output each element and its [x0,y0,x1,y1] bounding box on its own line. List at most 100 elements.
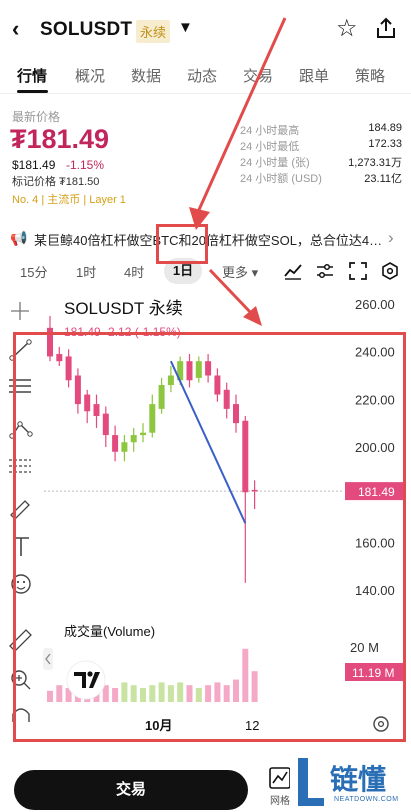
top-bar: ‹ SOLUSDT 永续 ▼ ☆ [0,0,411,56]
x-label-12: 12 [245,718,259,733]
stat-label: 24 小时最低 [240,141,300,153]
magnet-icon[interactable] [12,708,30,722]
candle-body [223,389,230,409]
y-tick-label: 140.00 [355,583,395,598]
chevron-right-icon[interactable]: › [388,228,394,248]
tab-trade[interactable]: 交易 [243,65,273,86]
hexagon-settings-icon[interactable] [381,262,399,280]
volume-tag: 11.19 M [352,666,394,680]
tab-strategy[interactable]: 策略 [355,65,385,86]
emoji-icon[interactable] [11,574,31,594]
interval-1d[interactable]: 1日 [164,258,202,284]
latest-price-label: 最新价格 [12,110,61,124]
stat-value: 184.89 [368,122,402,134]
news-text[interactable]: 某巨鲸40倍杠杆做空BTC和20倍杠杆做空SOL，总合位达4… [34,230,382,249]
coin-tags[interactable]: No. 4 | 主流币 | Layer 1 [12,191,126,207]
symbol-title[interactable]: SOLUSDT [40,19,132,41]
fullscreen-icon[interactable] [349,262,367,280]
y-tick-label: 200.00 [355,440,395,455]
candlestick-chart[interactable]: 260.00240.00220.00200.00180.00160.00140.… [0,290,411,740]
tab-copy-trading[interactable]: 跟单 [299,65,329,86]
candle-body [47,327,53,357]
volume-bar [130,685,137,702]
caret-down-icon[interactable]: ▼ [178,19,193,36]
last-price-tag: 181.49 [358,485,395,499]
candle-body [158,385,165,409]
volume-bar [251,671,258,702]
candle-body [102,413,109,436]
volume-bar [121,682,128,702]
volume-bar [233,679,239,702]
volume-bar [140,688,146,702]
site-watermark: 链懂 NEATDOWN.COM [290,748,411,810]
zoom-in-icon[interactable] [11,670,31,690]
drawing-toolbar [9,302,33,722]
tab-data[interactable]: 数据 [131,65,161,86]
tab-market[interactable]: 行情 [17,65,47,86]
share-icon[interactable] [374,16,398,40]
volume-bar [56,685,63,702]
volume-label: 成交量(Volume) [64,624,155,639]
stat-row: 24 小时最低 172.33 [240,138,402,154]
chevron-left-icon[interactable] [43,648,53,670]
stat-label: 24 小时额 (USD) [240,173,322,185]
volume-bar [205,685,212,702]
volume-bar [223,685,230,702]
candle-body [130,435,137,443]
back-chevron-icon[interactable]: ‹ [12,18,19,40]
candle-body [167,375,174,386]
more-intervals[interactable]: 更多 ▾ [222,262,258,281]
stat-row: 24 小时量 (张) 1,273.31万 [240,154,402,170]
grid-button[interactable]: 网格 [268,766,292,807]
brush-icon[interactable] [10,500,30,520]
volume-bar [167,685,174,702]
trendline [169,360,247,524]
ruler-icon[interactable] [9,629,32,652]
volume-bar [195,688,202,702]
node-icon[interactable] [9,421,33,439]
interval-bar: 15分 1时 4时 1日 更多 ▾ [0,256,411,286]
candle-body [149,404,156,433]
indicator-icon[interactable] [284,262,302,280]
active-tab-indicator [17,90,48,93]
text-icon[interactable] [13,537,29,556]
candle-body [84,394,91,412]
gear-icon[interactable] [373,716,389,732]
y-tick-label: 160.00 [355,535,395,550]
watermark-text: 链懂 [330,763,387,796]
grid-chart-icon [269,767,291,789]
candle-body [233,404,239,424]
settings-sliders-icon[interactable] [316,262,334,280]
volume-bar [47,690,53,702]
horizontal-lines-icon[interactable] [9,379,31,393]
candle-body [242,420,249,493]
chart-panel[interactable]: 260.00240.00220.00200.00180.00160.00140.… [0,290,411,740]
trade-button[interactable]: 交易 [14,770,248,810]
y-tick-label: 240.00 [355,345,395,360]
interval-15m[interactable]: 15分 [20,262,47,281]
tradingview-logo-icon [66,660,106,700]
fib-icon[interactable] [9,459,31,473]
24h-stats: 24 小时最高 184.89 24 小时最低 172.33 24 小时量 (张) 1,… [240,122,402,186]
candle-body [205,361,212,376]
tab-feed[interactable]: 动态 [187,65,217,86]
price-summary: 最新价格 ₮181.49 $181.49 -1.15% 标记价格 ₮181.50… [0,100,411,212]
interval-1h[interactable]: 1时 [76,262,96,281]
stat-row: 24 小时额 (USD) 23.11亿 [240,170,402,186]
trendline-icon[interactable] [9,339,32,361]
megaphone-icon: 📢 [10,230,28,246]
volume-bar [242,648,249,702]
change-percent: -1.15% [66,158,105,172]
stat-row: 24 小时最高 184.89 [240,122,402,138]
candle-body [186,361,193,381]
interval-4h[interactable]: 4时 [124,262,144,281]
tab-overview[interactable]: 概况 [75,65,105,86]
crosshair-icon[interactable] [11,302,29,320]
watermark-sub: NEATDOWN.COM [334,796,399,803]
news-ticker[interactable]: 📢 某巨鲸40倍杠杆做空BTC和20倍杠杆做空SOL，总合位达4… › [0,226,411,250]
volume-bar [158,682,165,702]
star-outline-icon[interactable]: ☆ [336,14,358,43]
candle-body [195,361,202,378]
stat-value: 23.11亿 [364,173,402,185]
volume-axis-label: 20 M [350,640,379,655]
